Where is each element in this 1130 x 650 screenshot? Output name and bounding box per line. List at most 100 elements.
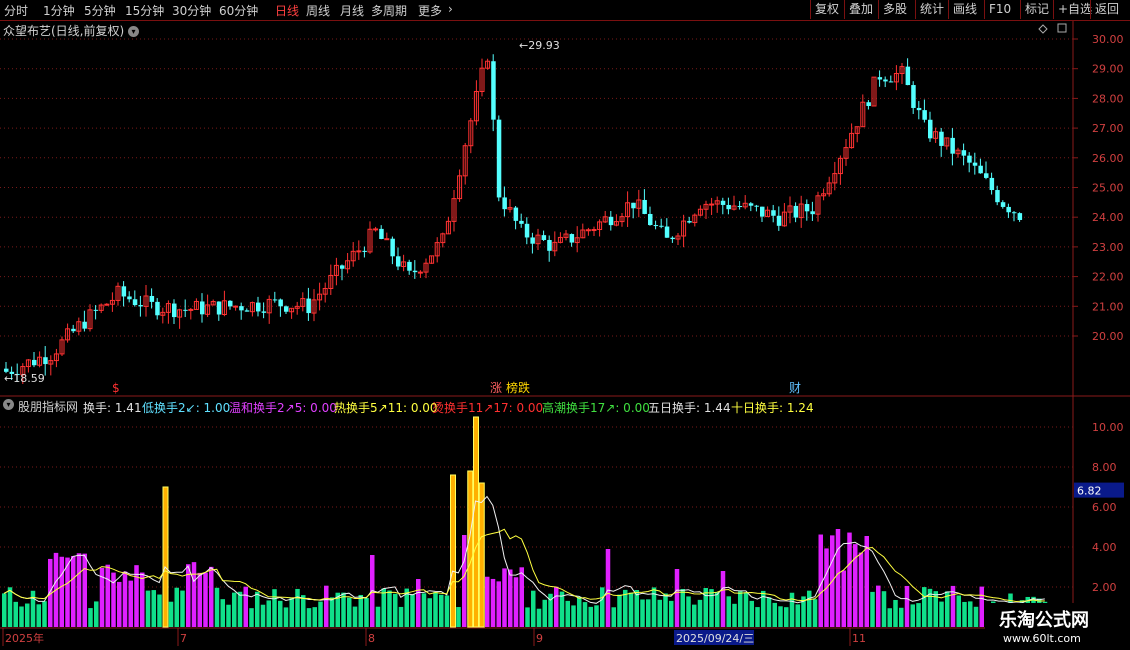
ma10-line <box>3 528 1045 603</box>
event-marker-2[interactable]: 榜跌 <box>506 380 530 395</box>
candle-body-down <box>32 359 37 366</box>
indicator-item-3: 热换手5↗11: 0.00 <box>334 401 438 415</box>
turnover-bar <box>128 580 133 627</box>
candle-body-up <box>188 308 194 311</box>
turnover-bar <box>743 592 749 627</box>
turnover-bar <box>145 590 151 627</box>
turnover-bar <box>531 590 536 627</box>
candle-body-down <box>239 306 244 311</box>
candle-body-down <box>608 216 614 226</box>
candle-body-down <box>519 220 524 224</box>
turnover-bar <box>910 604 915 627</box>
price-tick-label: 25.00 <box>1092 182 1124 195</box>
candle-body-down <box>228 300 233 307</box>
turnover-bar <box>841 570 846 627</box>
turnover-bar <box>669 600 674 627</box>
turnover-bar <box>59 556 64 627</box>
event-marker-1[interactable]: 涨 <box>490 380 502 395</box>
high-price-label: ←29.93 <box>519 39 560 52</box>
turnover-bar <box>922 587 927 627</box>
event-marker-3[interactable]: 财 <box>789 381 801 395</box>
candle-body-down <box>748 203 754 206</box>
turnover-bar <box>807 590 812 627</box>
candle-body-down <box>390 238 395 257</box>
turnover-bar <box>232 592 237 627</box>
candle-body-up <box>417 271 423 274</box>
turnover-bar <box>703 588 708 627</box>
time-label-4: 11 <box>852 632 866 645</box>
turnover-bar <box>13 601 18 627</box>
candle-body-up <box>373 228 379 231</box>
time-label-1: 7 <box>180 632 187 645</box>
candle-body-down <box>967 155 972 163</box>
turnover-bar-hot <box>478 482 485 628</box>
turnover-bar <box>82 553 87 627</box>
turnover-bar <box>220 599 225 627</box>
diamond-icon[interactable] <box>1038 24 1048 34</box>
turnover-bar <box>749 600 754 627</box>
turnover-bar <box>19 606 24 627</box>
candle-body-down <box>216 301 222 315</box>
current-value-label: 6.82 <box>1077 485 1102 498</box>
turnover-bar <box>209 566 214 627</box>
turnover-bar <box>611 607 616 627</box>
candle-body-down <box>513 207 519 221</box>
candle-body-down <box>995 190 1000 203</box>
candle-body-down <box>569 234 575 243</box>
turnover-bar <box>30 590 36 627</box>
candle-body-down <box>1000 202 1006 207</box>
kline-chart[interactable]: 30.00 29.00 28.00 27.00 26.00 25.00 24.00 23.00… <box>0 0 1130 650</box>
turnover-bar <box>962 601 967 627</box>
turnover-bar <box>732 603 737 627</box>
turnover-bar <box>755 607 760 627</box>
turnover-bar <box>939 601 944 627</box>
candle-body-down <box>306 298 311 314</box>
turnover-bar <box>519 567 524 627</box>
turnover-bar <box>784 607 789 627</box>
candle-body-down <box>670 237 675 240</box>
price-tick-label: 29.00 <box>1092 63 1124 76</box>
turnover-bar <box>738 591 743 627</box>
candle-body-down <box>726 204 731 210</box>
turnover-bar <box>513 577 519 627</box>
turnover-bar <box>835 529 841 627</box>
turnover-bar <box>565 600 570 627</box>
turnover-bar <box>444 595 450 627</box>
turnover-bar <box>772 602 777 627</box>
turnover-bar <box>105 564 110 627</box>
candle-body-down <box>43 357 48 365</box>
turnover-bar <box>318 601 323 627</box>
settings-icon[interactable]: ▾ <box>3 399 14 410</box>
turnover-bar <box>289 597 294 627</box>
turnover-bar <box>375 606 381 627</box>
candle-body-down <box>278 299 283 307</box>
turnover-bar <box>157 594 162 627</box>
candle-body-down <box>379 228 384 239</box>
candle-body-down <box>502 197 507 210</box>
price-tick-label: 30.00 <box>1092 33 1124 46</box>
candle-body-down <box>754 205 759 207</box>
price-tick-label: 23.00 <box>1092 241 1124 254</box>
square-icon[interactable] <box>1057 23 1067 33</box>
turnover-bar <box>347 597 352 627</box>
turnover-bar <box>680 588 685 627</box>
candle-body-down <box>760 206 765 217</box>
indicator-item-4: 烫换手11↗17: 0.00 <box>432 401 544 415</box>
turnover-bar <box>485 576 490 627</box>
turnover-bar <box>249 608 254 627</box>
turnover-bar <box>42 601 47 627</box>
candle-body-up <box>233 305 239 308</box>
candle-body-down <box>1017 213 1023 220</box>
turnover-bar-hot <box>450 474 456 628</box>
turnover-bar <box>870 591 875 627</box>
event-marker-0[interactable]: $ <box>112 381 120 395</box>
price-tick-label: 24.00 <box>1092 211 1124 224</box>
candle-body-down <box>771 210 776 216</box>
turnover-bar <box>278 600 283 627</box>
turnover-bar <box>559 591 565 627</box>
turnover-bar <box>720 571 726 627</box>
low-price-label: ←18.59 <box>4 372 45 385</box>
turnover-bar <box>186 564 191 627</box>
candle-body-down <box>653 225 659 227</box>
turnover-bar <box>283 607 289 627</box>
